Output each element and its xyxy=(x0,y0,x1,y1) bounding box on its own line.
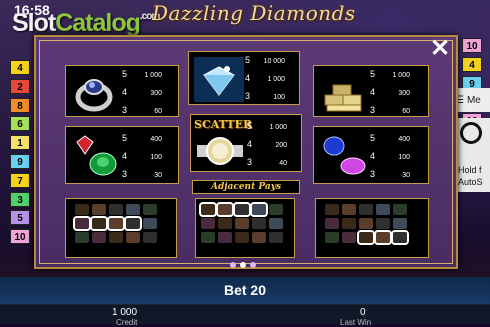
reel-symbol xyxy=(143,232,157,243)
paytable-card-gold: 51 000 4 300 3 60 xyxy=(313,65,429,117)
reel-symbol xyxy=(109,204,123,215)
payline-left-7: 3 xyxy=(10,191,30,207)
reel-symbol xyxy=(393,204,407,215)
reel-symbol xyxy=(218,218,232,229)
reel-symbol xyxy=(269,218,283,229)
reel-symbol xyxy=(374,230,392,245)
reel-symbol xyxy=(325,232,339,243)
bet-label[interactable]: Bet 20 xyxy=(0,282,490,298)
page-dot[interactable] xyxy=(250,262,256,268)
pays-ring: 51 000 4 300 3 60 xyxy=(122,69,162,115)
pays-sapphire-amethyst: 5 400 4 100 3 30 xyxy=(370,133,410,179)
game-title: Dazzling Diamonds xyxy=(152,1,356,25)
reel-symbol xyxy=(201,232,215,243)
reel-symbol xyxy=(357,230,375,245)
adjacent-example-1 xyxy=(65,198,177,258)
reel-symbol xyxy=(126,232,140,243)
autospin-icon xyxy=(460,122,482,144)
scatter-watch-icon xyxy=(197,137,243,165)
watermark-logo: SlotCatalog.com xyxy=(12,9,160,37)
adjacent-example-3 xyxy=(315,198,429,258)
ring-icon xyxy=(75,79,113,112)
reel-symbol xyxy=(252,218,266,229)
paytable-card-ruby-emerald: 5 400 4 100 3 30 xyxy=(65,126,179,184)
reel-symbol xyxy=(124,216,142,231)
reel-symbol xyxy=(90,216,108,231)
pays-scatter: 51 000 4 200 3 40 xyxy=(247,121,287,167)
reel-symbol xyxy=(107,216,125,231)
payline-left-5: 9 xyxy=(10,153,30,169)
reel-symbol xyxy=(216,202,234,217)
page-indicator xyxy=(230,261,260,269)
reel-symbol xyxy=(235,232,249,243)
payline-left-8: 5 xyxy=(10,210,30,226)
reel-grid xyxy=(325,204,409,245)
reel-symbol xyxy=(92,232,106,243)
page-dot-active[interactable] xyxy=(240,262,246,268)
paytable-card-scatter: SCATTER 51 000 4 200 3 40 xyxy=(190,114,302,172)
reel-grid xyxy=(73,204,157,243)
reel-symbol xyxy=(199,202,217,217)
adjacent-example-2 xyxy=(195,198,295,258)
scatter-label: SCATTER xyxy=(194,118,253,131)
pays-diamond: 5 10 000 41 000 3 100 xyxy=(245,55,285,101)
reel-symbol xyxy=(250,202,268,217)
reel-symbol xyxy=(92,204,106,215)
paylines-left: 4 2 8 6 1 9 7 3 5 10 xyxy=(10,60,30,248)
credit-value: 1 000 xyxy=(112,307,138,318)
reel-symbol xyxy=(342,232,356,243)
paytable-card-ring: 51 000 4 300 3 60 xyxy=(65,65,179,117)
payline-left-6: 7 xyxy=(10,172,30,188)
diamond-icon xyxy=(194,57,244,102)
reel-symbol xyxy=(359,218,373,229)
reel-symbol xyxy=(143,204,157,215)
reel-symbol xyxy=(391,230,409,245)
payline-left-1: 2 xyxy=(10,78,30,94)
sapphire-amethyst-icon xyxy=(323,136,366,175)
payline-left-0: 4 xyxy=(10,60,30,75)
reel-symbol xyxy=(325,218,339,229)
payline-left-9: 10 xyxy=(10,229,30,245)
reel-symbol xyxy=(109,232,123,243)
close-icon[interactable]: ✕ xyxy=(428,37,452,61)
reel-symbol xyxy=(342,204,356,215)
payline-left-3: 6 xyxy=(10,116,30,132)
reel-symbol xyxy=(75,232,89,243)
reel-symbol xyxy=(376,218,390,229)
adjacent-pays-label: Adjacent Pays xyxy=(192,180,300,194)
reel-symbol xyxy=(342,218,356,229)
pays-gold: 51 000 4 300 3 60 xyxy=(370,69,410,115)
reel-symbol xyxy=(269,204,283,215)
reel-symbol xyxy=(218,232,232,243)
payline-right-1: 4 xyxy=(462,56,482,72)
reel-symbol xyxy=(393,218,407,229)
payline-right-0: 10 xyxy=(462,38,482,53)
last-win-value: 0 xyxy=(360,307,366,318)
reel-symbol xyxy=(73,216,91,231)
gold-bars-icon xyxy=(324,84,362,112)
reel-symbol xyxy=(75,204,89,215)
ruby-emerald-icon xyxy=(76,135,117,176)
payline-left-4: 1 xyxy=(10,135,30,151)
pays-ruby-emerald: 5 400 4 100 3 30 xyxy=(122,133,162,179)
bet-bar[interactable]: Bet 20 xyxy=(0,277,490,304)
reel-symbol xyxy=(126,204,140,215)
bottom-bar: Bet 20 1 000 Credit 0 Last Win xyxy=(0,277,490,327)
reel-grid xyxy=(199,202,283,243)
reel-symbol xyxy=(359,204,373,215)
reel-symbol xyxy=(252,232,266,243)
payline-left-2: 8 xyxy=(10,97,30,113)
reel-symbol xyxy=(201,218,215,229)
reel-symbol xyxy=(325,204,339,215)
info-bar: 1 000 Credit 0 Last Win xyxy=(0,304,490,327)
reel-symbol xyxy=(233,202,251,217)
reel-symbol xyxy=(235,218,249,229)
paytable-card-sapphire-amethyst: 5 400 4 100 3 30 xyxy=(313,126,429,184)
page-dot[interactable] xyxy=(230,262,236,268)
reel-symbol xyxy=(143,218,157,229)
reel-symbol xyxy=(269,232,283,243)
reel-symbol xyxy=(376,204,390,215)
paytable-card-diamond: 5 10 000 41 000 3 100 xyxy=(188,51,300,105)
